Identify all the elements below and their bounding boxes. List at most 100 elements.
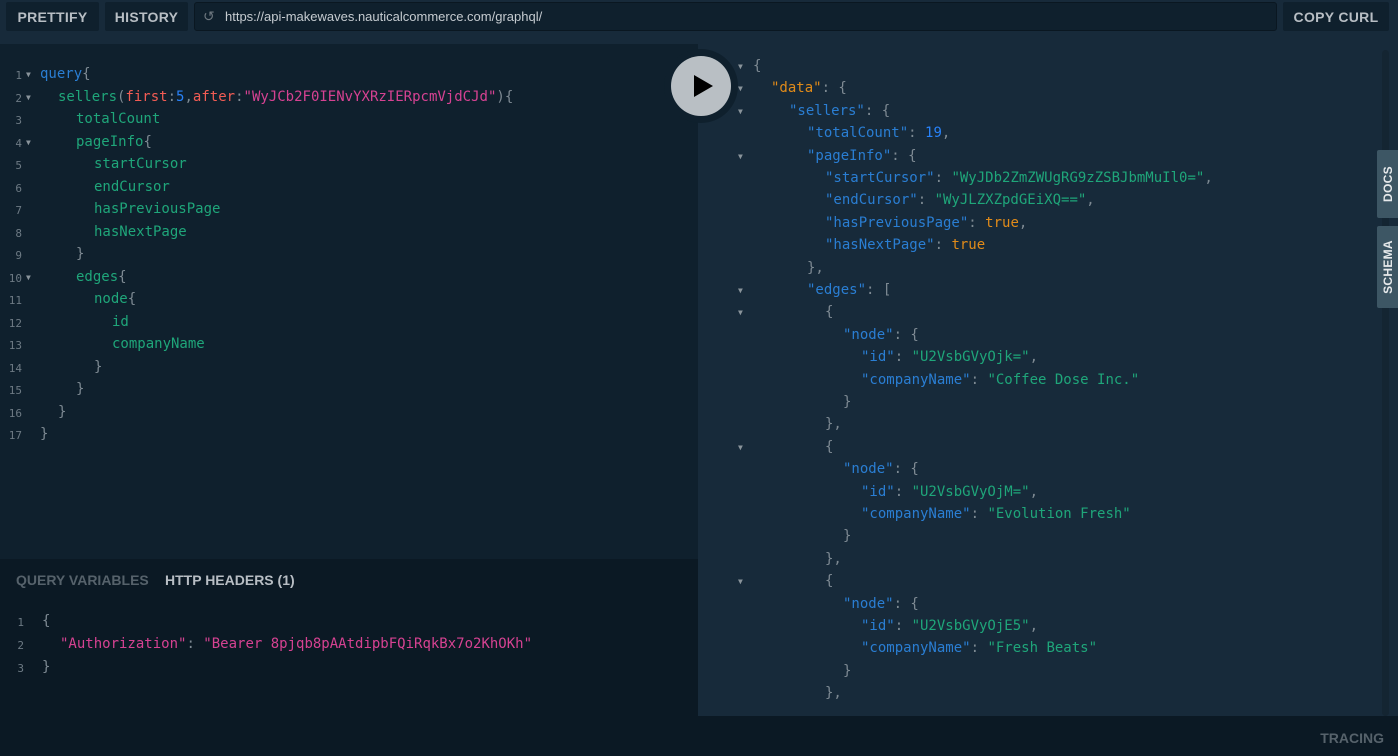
code-token: }, [825,685,842,702]
copy-curl-button[interactable]: COPY CURL [1283,2,1389,31]
code-token: : { [893,461,919,478]
prettify-button[interactable]: PRETTIFY [6,2,99,31]
docs-tab[interactable]: DOCS [1377,150,1398,218]
schema-tab[interactable]: SCHEMA [1377,226,1398,308]
code-line: "hasPreviousPage": true, [825,212,1027,234]
code-token: "WyJDb2ZmZWUgRG9zZSBJbmMuIl0=" [951,170,1205,186]
code-token: : [894,618,912,634]
code-line: { [825,436,833,458]
code-token: { [825,438,834,455]
code-line: } [40,423,48,445]
code-line: }, [825,413,842,435]
fold-arrow-icon[interactable]: ▼ [26,93,31,102]
code-token: , [1029,349,1039,366]
code-token: : [ [866,282,892,298]
code-token: node [94,291,128,307]
line-number: 3 [15,114,22,127]
code-line: "sellers": { [789,100,890,122]
code-line: "hasNextPage": true [825,234,985,256]
line-number: 8 [15,226,22,240]
code-line: hasNextPage [94,221,187,243]
code-line: "data": { [771,77,847,99]
code-line: }, [807,257,824,279]
code-line: { [825,570,833,592]
execute-query-button[interactable] [664,49,738,123]
history-button[interactable]: HISTORY [105,2,188,31]
code-line: "id": "U2VsbGVyOjE5", [861,615,1038,637]
code-line: "pageInfo": { [807,145,917,167]
line-number: 2 [17,639,24,652]
code-line: "endCursor": "WyJLZXZpdGEiXQ==", [825,189,1095,211]
code-token: first [125,88,168,105]
code-token: pageInfo [76,133,144,150]
code-token: : { [864,102,891,119]
code-token: : { [891,147,917,164]
line-number: 1 [15,69,22,82]
code-line: "companyName": "Evolution Fresh" [861,503,1131,525]
line-number: 11 [8,294,22,307]
code-token: }, [825,416,842,433]
code-line: } [843,525,851,547]
code-line: startCursor [94,153,187,175]
fold-arrow-icon[interactable]: ▼ [26,138,31,147]
code-token: : [917,192,935,209]
code-line: endCursor [94,176,170,198]
fold-arrow-icon[interactable]: ▼ [738,443,743,452]
code-token: : [894,483,912,500]
code-token: "data" [771,80,822,97]
code-token: { [118,268,127,285]
fold-arrow-icon[interactable]: ▼ [738,62,743,71]
code-token: "endCursor" [825,192,918,209]
code-token: "pageInfo" [807,147,892,164]
code-token: "WyJLZXZpdGEiXQ==" [934,192,1087,209]
code-token: } [58,403,67,420]
fold-arrow-icon[interactable]: ▼ [738,308,743,317]
fold-arrow-icon[interactable]: ▼ [738,577,743,586]
code-token: "Coffee Dose Inc." [987,371,1140,388]
code-token: true [951,237,986,254]
tab-http-headers[interactable]: HTTP HEADERS (1) [165,572,295,588]
fold-arrow-icon[interactable]: ▼ [26,273,31,282]
fold-arrow-icon[interactable]: ▼ [738,286,743,295]
code-token: : [970,640,988,657]
code-token: "node" [843,326,894,343]
code-line: }, [825,682,842,704]
code-token: { [143,133,152,150]
code-token: { [753,58,762,74]
code-token: : [934,237,952,254]
tab-query-variables[interactable]: QUERY VARIABLES [16,572,149,588]
code-token: : [235,88,244,105]
fold-arrow-icon[interactable]: ▼ [738,107,743,116]
code-token: } [76,381,85,397]
play-icon [694,75,713,97]
code-line: } [94,356,102,378]
endpoint-url-input[interactable] [225,9,1265,24]
code-token: : [970,371,988,388]
code-token: "id" [861,483,895,500]
headers-editor[interactable]: 1 {2 "Authorization": "Bearer 8pjqb8pAAtdi… [0,609,698,709]
code-token: hasNextPage [94,223,187,240]
code-line: "edges": [ [807,279,891,301]
code-token: "U2VsbGVyOjk=" [911,349,1030,366]
code-token: } [843,528,852,545]
code-line: { [825,301,833,323]
line-number: 10 [8,271,22,285]
code-token: }, [807,259,824,276]
code-line: } [76,378,84,400]
code-line: "startCursor": "WyJDb2ZmZWUgRG9zZSBJbmMu… [825,167,1213,189]
code-line: "totalCount": 19, [807,122,950,144]
code-token: , [184,88,193,105]
code-token: endCursor [94,178,170,195]
code-token: { [82,66,91,82]
code-line: query{ [40,63,91,85]
line-number: 16 [8,406,22,420]
code-token: true [985,214,1019,231]
query-editor[interactable]: 1 ▼ query{2 ▼ sellers(first:5,after:"WyJCb2F… [0,44,698,559]
tracing-button[interactable]: TRACING [1320,730,1384,746]
fold-arrow-icon[interactable]: ▼ [738,84,743,93]
line-number: 2 [15,91,22,105]
fold-arrow-icon[interactable]: ▼ [26,70,31,79]
fold-arrow-icon[interactable]: ▼ [738,152,743,161]
reload-icon[interactable]: ↺ [203,8,223,25]
code-line: hasPreviousPage [94,198,220,220]
